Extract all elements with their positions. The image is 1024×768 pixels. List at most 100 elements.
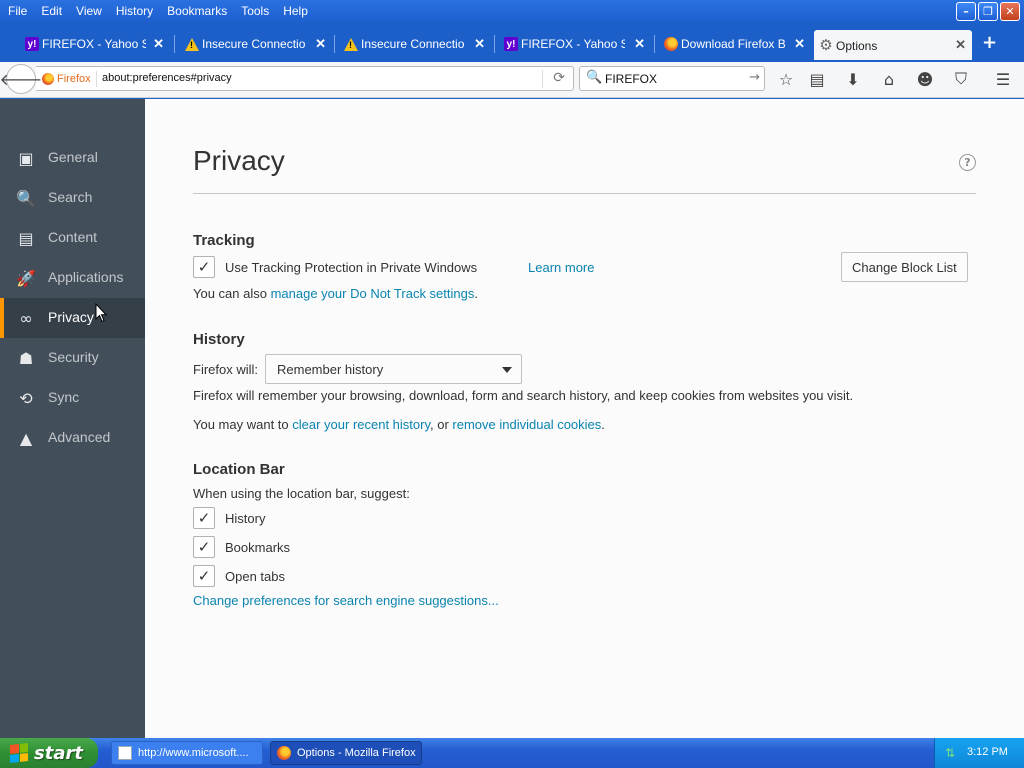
restore-button[interactable]: ❐ [978,2,998,21]
history-mode-select[interactable]: Remember history [265,354,522,384]
task-label: http://www.microsoft.... [138,747,249,759]
start-label: start [34,742,83,764]
divider [96,71,97,87]
taskbar-item-firefox[interactable]: Options - Mozilla Firefox [270,741,422,765]
category-applications[interactable]: 🚀 Applications [0,258,145,298]
tab-insecure-2[interactable]: Insecure Connection ✕ [339,31,491,57]
menu-tools[interactable]: Tools [241,3,269,19]
dnt-suffix: . [474,286,478,301]
close-icon[interactable]: ✕ [153,36,164,52]
home-icon[interactable]: ⌂ [877,68,901,90]
close-icon[interactable]: ✕ [955,37,966,53]
hello-icon[interactable]: ☻ [913,68,937,90]
history-actions-line: You may want to clear your recent histor… [193,417,605,432]
may-prefix: You may want to [193,417,293,432]
tab-yahoo-1[interactable]: y! FIREFOX - Yahoo S... ✕ [20,31,170,57]
gear-icon: ⚙ [819,37,833,54]
close-icon[interactable]: ✕ [315,36,326,52]
remove-cookies-link[interactable]: remove individual cookies [452,417,601,432]
navigation-toolbar: Firefox about:preferences#privacy ⟳ 🡐 🔍 … [0,62,1024,98]
start-button[interactable]: start [0,738,98,768]
menu-help[interactable]: Help [283,3,308,19]
chevron-down-icon [502,367,512,373]
category-search[interactable]: 🔍 Search [0,178,145,218]
category-general[interactable]: ▣ General [0,138,145,178]
bookmarks-menu-icon[interactable]: ▤ [805,68,829,90]
close-icon[interactable]: ✕ [634,36,645,52]
help-icon[interactable]: ? [959,154,976,171]
category-security[interactable]: ☗ Security [0,338,145,378]
url-input[interactable]: about:preferences#privacy [102,72,232,84]
category-advanced[interactable]: ▲ Advanced [0,418,145,458]
privacy-mask-icon: ∞ [19,308,33,328]
suggest-label: When using the location bar, suggest: [193,486,410,501]
general-icon: ▣ [18,148,34,168]
windows-logo-icon [10,743,28,763]
menu-bookmarks[interactable]: Bookmarks [167,3,227,19]
search-bar[interactable]: 🔍 FIREFOX → [579,66,765,91]
menu-bar: File Edit View History Bookmarks Tools H… [0,0,1024,22]
search-input[interactable]: FIREFOX [605,72,657,86]
hamburger-menu-icon[interactable]: ☰ [991,68,1015,90]
menu-view[interactable]: View [76,3,102,19]
site-identity[interactable]: Firefox [42,71,91,87]
close-window-button[interactable]: ✕ [1000,2,1020,21]
tab-insecure-1[interactable]: Insecure Connection ✕ [180,31,332,57]
category-privacy[interactable]: ∞ Privacy [0,298,145,338]
back-arrow-icon: 🡐 [0,70,43,89]
history-heading: History [193,331,245,348]
privacy-pane: Privacy ? Tracking ✓ Use Tracking Protec… [145,99,1024,738]
category-sync[interactable]: ⟲ Sync [0,378,145,418]
clear-recent-history-link[interactable]: clear your recent history [292,417,430,432]
arrow-right-icon[interactable]: → [749,70,760,85]
warning-icon [343,36,359,52]
suggest-bookmarks-checkbox[interactable]: ✓ [193,536,215,558]
learn-more-link[interactable]: Learn more [528,260,594,275]
tracking-protection-checkbox[interactable]: ✓ [193,256,215,278]
identity-label: Firefox [57,73,91,85]
location-bar-heading: Location Bar [193,461,285,478]
firefox-icon [663,36,679,52]
bookmark-star-icon[interactable]: ☆ [774,68,798,90]
preferences-sidebar: ▣ General 🔍 Search ▤ Content 🚀 Applicati… [0,99,145,738]
category-label: General [48,149,98,165]
category-label: Privacy [48,309,94,325]
suggest-history-label: History [225,511,266,526]
menu-file[interactable]: File [8,3,27,19]
back-button[interactable]: 🡐 [0,64,42,94]
category-label: Applications [48,269,124,285]
pocket-icon[interactable]: ⛉ [949,68,973,90]
category-label: Search [48,189,93,205]
reload-icon[interactable]: ⟳ [553,70,565,86]
yahoo-icon: y! [24,36,40,52]
close-icon[interactable]: ✕ [794,36,805,52]
security-icon: ☗ [18,348,34,368]
tab-separator [174,35,175,53]
search-icon: 🔍 [16,188,36,208]
header-divider [193,193,976,194]
network-icon[interactable]: ⇅ [943,746,957,760]
suggest-open-tabs-checkbox[interactable]: ✓ [193,565,215,587]
do-not-track-link[interactable]: manage your Do Not Track settings [271,286,475,301]
suggest-history-checkbox[interactable]: ✓ [193,507,215,529]
downloads-icon[interactable]: ⬇ [841,68,865,90]
search-icon: 🔍 [586,70,603,85]
url-bar[interactable]: Firefox about:preferences#privacy ⟳ [36,66,574,91]
tab-label: FIREFOX - Yahoo S... [521,37,625,51]
menu-edit[interactable]: Edit [41,3,62,19]
document-icon [118,746,132,760]
tab-download-firefox[interactable]: Download Firefox Br... ✕ [659,31,811,57]
close-icon[interactable]: ✕ [474,36,485,52]
minimize-button[interactable]: – [956,2,976,21]
category-content[interactable]: ▤ Content [0,218,145,258]
tab-yahoo-2[interactable]: y! FIREFOX - Yahoo S... ✕ [499,31,651,57]
new-tab-button[interactable]: + [982,32,997,53]
search-suggestions-prefs-link[interactable]: Change preferences for search engine sug… [193,593,499,608]
tab-label: Options [836,38,878,53]
tab-label: Insecure Connection [202,37,306,51]
menu-history[interactable]: History [116,3,153,19]
content-icon: ▤ [18,228,34,248]
tab-options[interactable]: ⚙ Options ✕ [814,30,972,60]
change-block-list-button[interactable]: Change Block List [841,252,968,282]
taskbar-item-ie[interactable]: http://www.microsoft.... [111,741,263,765]
